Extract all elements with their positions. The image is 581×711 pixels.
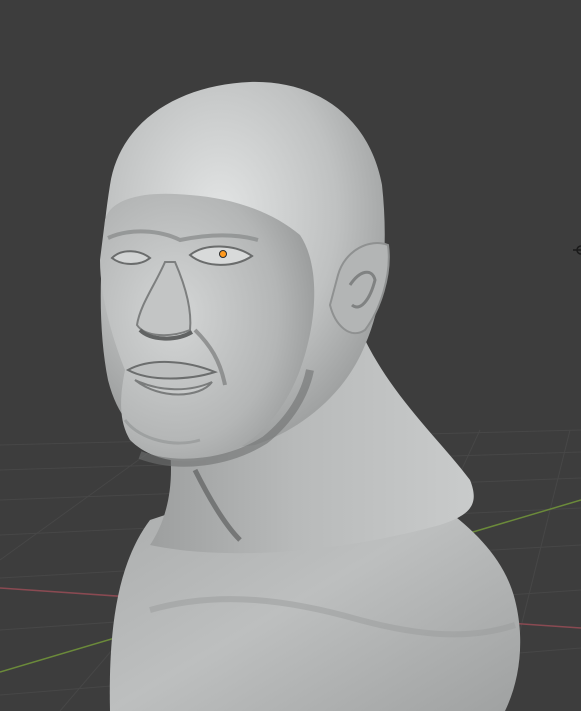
viewport-canvas[interactable] (0, 0, 581, 711)
3d-viewport[interactable] (0, 0, 581, 711)
origin-dot-icon[interactable] (219, 250, 227, 258)
light-gizmo-icon[interactable] (573, 245, 581, 255)
